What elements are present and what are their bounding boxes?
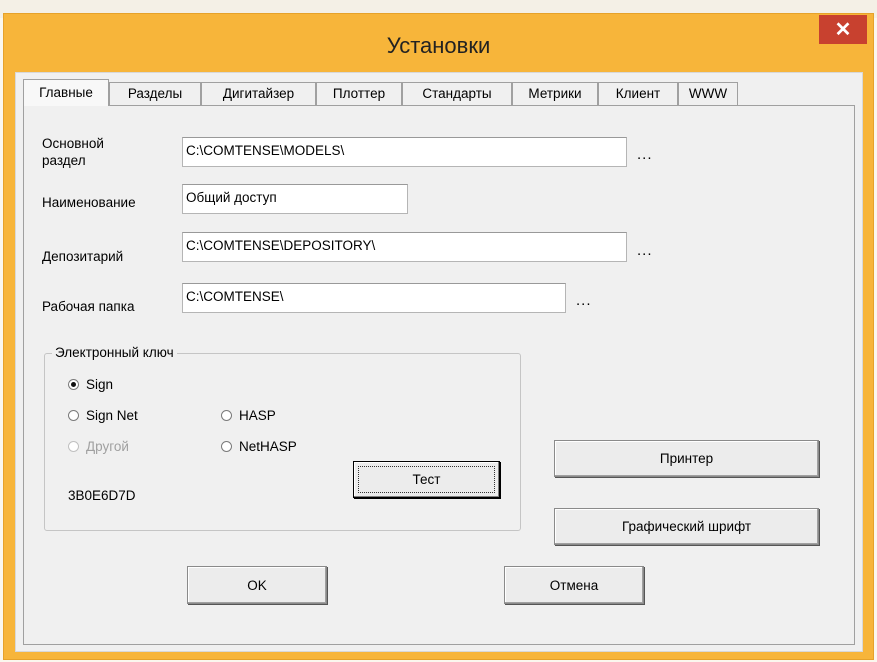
radio-disabled-icon [68,441,79,452]
main-section-label: Основной раздел [42,135,104,169]
work-folder-browse-button[interactable]: ... [576,292,592,309]
radio-sign[interactable]: Sign [68,377,113,392]
close-button[interactable]: ✕ [819,15,867,44]
main-section-label-line2: раздел [42,153,86,168]
work-folder-input[interactable]: C:\COMTENSE\ [182,283,566,313]
ok-button-label: OK [247,577,267,593]
tab-digitizer[interactable]: Дигитайзер [201,82,316,105]
main-section-input[interactable]: C:\COMTENSE\MODELS\ [182,137,627,167]
tab-page-main: Основной раздел C:\COMTENSE\MODELS\ ... … [23,105,855,645]
printer-button-label: Принтер [659,451,714,466]
tab-label: Главные [39,85,93,100]
radio-sign-net[interactable]: Sign Net [68,408,138,423]
tab-metrics[interactable]: Метрики [512,82,598,105]
radio-unchecked-icon [221,410,232,421]
test-button-label: Тест [412,472,441,487]
tab-sections[interactable]: Разделы [109,82,201,105]
electronic-key-group: Электронный ключ Sign Sign Net HASP Друг… [44,344,521,531]
depository-browse-button[interactable]: ... [637,242,653,259]
radio-sign-net-label: Sign Net [86,408,138,423]
radio-unchecked-icon [221,441,232,452]
work-folder-label: Рабочая папка [42,299,135,314]
name-label: Наименование [42,195,136,210]
tab-client[interactable]: Клиент [598,82,678,105]
key-code: 3B0E6D7D [68,488,136,503]
tab-label: WWW [688,86,728,101]
radio-hasp[interactable]: HASP [221,408,276,423]
cancel-button-label: Отмена [549,577,599,593]
radio-nethasp[interactable]: NetHASP [221,439,297,454]
tab-label: Стандарты [422,86,492,101]
radio-checked-icon [68,379,79,390]
tab-main[interactable]: Главные [23,79,109,106]
radio-other: Другой [68,439,129,454]
tab-label: Дигитайзер [222,86,295,101]
close-icon: ✕ [834,19,852,41]
tab-label: Метрики [528,86,582,101]
graphic-font-button[interactable]: Графический шрифт [554,508,819,545]
tab-www[interactable]: WWW [678,82,738,105]
tab-label: Клиент [615,86,661,101]
cancel-button[interactable]: Отмена [504,566,644,604]
depository-input[interactable]: C:\COMTENSE\DEPOSITORY\ [182,232,627,262]
name-input[interactable]: Общий доступ [182,184,408,214]
radio-sign-label: Sign [86,377,114,392]
main-section-label-line1: Основной [42,136,104,151]
tab-label: Плоттер [332,86,386,101]
window-title: Установки [386,33,491,58]
graphic-font-button-label: Графический шрифт [621,519,752,534]
tab-label: Разделы [127,86,183,101]
settings-dialog: Установки ✕ Главные Разделы Дигитайзер П… [3,13,874,660]
tab-plotter[interactable]: Плоттер [316,82,402,105]
ok-button[interactable]: OK [187,566,327,604]
radio-other-label: Другой [86,439,129,454]
radio-nethasp-label: NetHASP [239,439,297,454]
printer-button[interactable]: Принтер [554,440,819,477]
radio-hasp-label: HASP [239,408,276,423]
dialog-client-area: Главные Разделы Дигитайзер Плоттер Станд… [15,72,863,652]
tab-standards[interactable]: Стандарты [402,82,512,105]
main-section-browse-button[interactable]: ... [637,146,653,163]
radio-unchecked-icon [68,410,79,421]
depository-label: Депозитарий [42,249,124,264]
test-button[interactable]: Тест [353,461,500,498]
electronic-key-title: Электронный ключ [52,344,177,361]
